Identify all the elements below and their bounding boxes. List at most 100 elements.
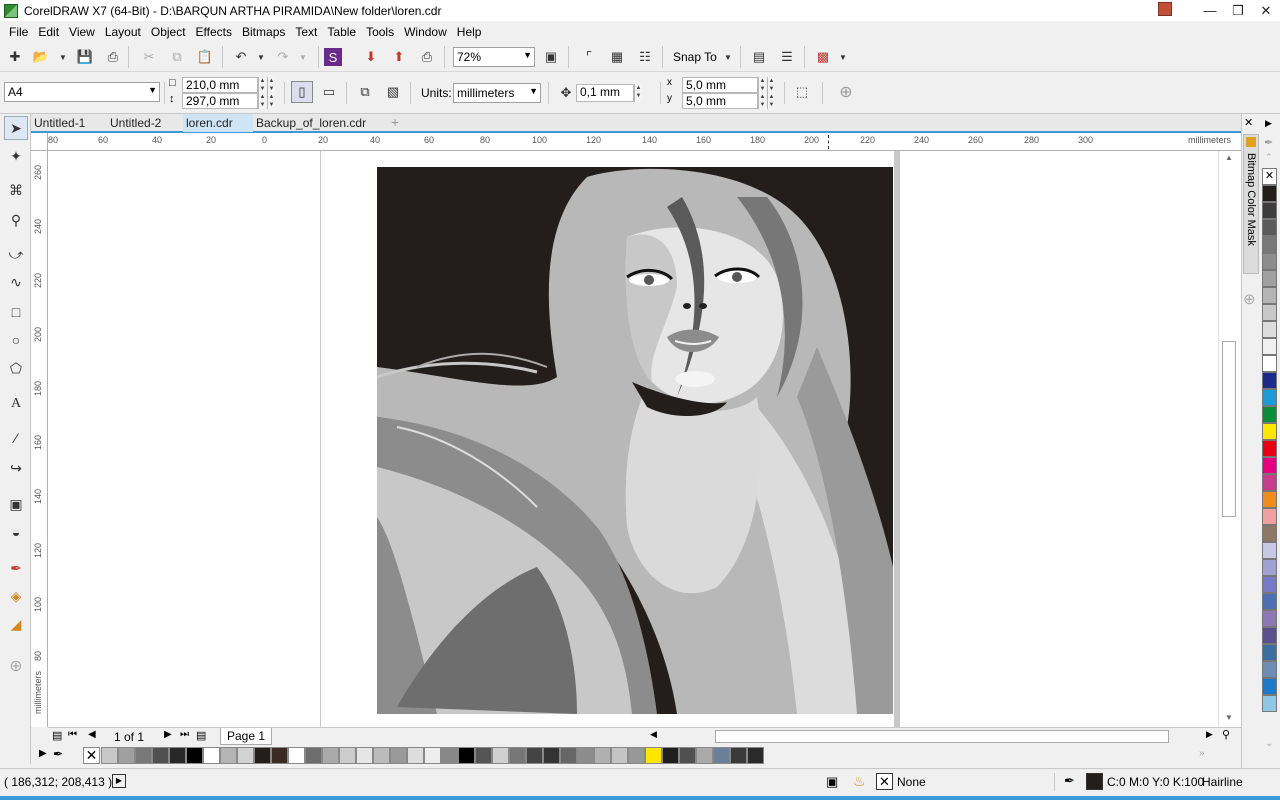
page-width-spinner[interactable]: ▲ ▼ — [258, 77, 266, 93]
color-swatch[interactable] — [407, 747, 424, 764]
menu-effects[interactable]: Effects — [191, 25, 237, 39]
print-icon[interactable]: ⎙ — [102, 46, 124, 68]
color-proof-icon[interactable]: ▣ — [826, 774, 838, 790]
color-swatch[interactable] — [747, 747, 764, 764]
smart-fill-icon[interactable]: ◢ — [4, 612, 28, 636]
user-account-icon[interactable] — [1158, 1, 1172, 16]
cut-icon[interactable]: ✂ — [138, 46, 160, 68]
menu-help[interactable]: Help — [452, 25, 487, 39]
shape-tool-icon[interactable]: ✦ — [4, 144, 28, 168]
page-tab[interactable]: Page 1 — [220, 728, 273, 745]
docker-tab-bitmap-color-mask[interactable]: Bitmap Color Mask — [1243, 134, 1259, 274]
color-swatch[interactable] — [475, 747, 492, 764]
copy-icon[interactable]: ⧉ — [166, 46, 188, 68]
add-page-before-icon[interactable]: ▤ — [52, 729, 62, 742]
ruler-origin[interactable] — [31, 133, 48, 151]
color-swatch[interactable] — [1262, 627, 1277, 644]
minimize-button[interactable]: — — [1196, 3, 1224, 18]
close-window-button[interactable]: ✕ — [1252, 3, 1280, 19]
all-pages-icon[interactable]: ⧉ — [354, 81, 376, 103]
search-content-icon[interactable]: S — [324, 48, 342, 66]
color-swatch[interactable] — [1262, 542, 1277, 559]
tab-untitled-1[interactable]: Untitled-1 — [31, 114, 107, 132]
color-swatch[interactable] — [560, 747, 577, 764]
portrait-orientation-icon[interactable]: ▯ — [291, 81, 313, 103]
color-swatch[interactable] — [118, 747, 135, 764]
menu-table[interactable]: Table — [322, 25, 361, 39]
nudge-distance-field[interactable]: 0,1 mm — [576, 84, 634, 102]
color-swatch[interactable] — [1262, 253, 1277, 270]
color-swatch[interactable] — [254, 747, 271, 764]
color-swatch[interactable] — [492, 747, 509, 764]
units-combo[interactable]: millimeters ▼ — [453, 83, 541, 103]
color-swatch[interactable] — [271, 747, 288, 764]
ellipse-tool-icon[interactable]: ○ — [4, 328, 28, 352]
landscape-orientation-icon[interactable]: ▭ — [318, 81, 340, 103]
palette-scroll-down-icon[interactable]: ⌄ — [1265, 738, 1273, 749]
color-swatch[interactable] — [1262, 236, 1277, 253]
redo-dropdown-icon[interactable]: ▼ — [292, 46, 314, 68]
color-swatch[interactable] — [1262, 593, 1277, 610]
previous-page-icon[interactable]: ◀ — [88, 729, 96, 740]
add-toolbar-icon[interactable]: ⊕ — [835, 81, 857, 103]
color-swatch[interactable] — [1262, 202, 1277, 219]
transparency-tool-icon[interactable]: ◒ — [4, 520, 28, 544]
horizontal-ruler[interactable]: 80 60 40 20 0 20 40 60 80 100 120 140 16… — [48, 133, 1241, 151]
color-swatch[interactable] — [611, 747, 628, 764]
crop-tool-icon[interactable]: ⌘ — [4, 178, 28, 202]
color-swatch[interactable] — [220, 747, 237, 764]
color-swatch[interactable] — [645, 747, 662, 764]
connector-tool-icon[interactable]: ↪ — [4, 456, 28, 480]
vertical-ruler[interactable]: 260 240 220 200 180 160 140 120 100 80 m… — [31, 151, 48, 727]
color-swatch[interactable] — [1262, 270, 1277, 287]
scroll-down-icon[interactable]: ▼ — [1225, 713, 1233, 722]
undo-icon[interactable]: ↶ — [230, 46, 252, 68]
drawing-canvas[interactable] — [48, 151, 1218, 727]
palette-eyedropper-right-icon[interactable]: ✒ — [1264, 136, 1273, 149]
color-swatch[interactable] — [526, 747, 543, 764]
color-swatch[interactable] — [1262, 219, 1277, 236]
treat-as-filled-icon[interactable]: ⬚ — [791, 81, 813, 103]
color-swatch[interactable] — [696, 747, 713, 764]
application-launcher-icon[interactable]: ☰ — [776, 46, 798, 68]
options-icon[interactable]: ▤ — [748, 46, 770, 68]
color-swatch[interactable] — [203, 747, 220, 764]
color-swatch[interactable] — [1262, 304, 1277, 321]
zoom-combo[interactable]: 72% ▼ — [453, 47, 535, 67]
menu-text[interactable]: Text — [290, 25, 322, 39]
palette-scroll-icon[interactable]: » — [1199, 748, 1205, 759]
snap-to-dropdown-icon[interactable]: ▼ — [717, 46, 739, 68]
show-rulers-icon[interactable]: ⌜ — [578, 46, 600, 68]
duplicate-x-spinner[interactable]: ▲ ▼ — [758, 77, 766, 93]
color-eyedropper-icon[interactable]: ✒ — [4, 556, 28, 580]
page-height-lock[interactable]: ▲ ▼ — [267, 93, 275, 109]
color-swatch[interactable] — [713, 747, 730, 764]
next-page-icon[interactable]: ▶ — [164, 729, 172, 740]
color-swatch[interactable] — [1262, 644, 1277, 661]
portrait-artwork[interactable] — [377, 167, 893, 714]
outline-color-swatch[interactable] — [1086, 773, 1103, 790]
color-swatch[interactable] — [1262, 474, 1277, 491]
color-swatch[interactable] — [135, 747, 152, 764]
welcome-screen-icon[interactable]: ▩ — [812, 46, 834, 68]
add-page-after-icon[interactable]: ▤ — [196, 729, 206, 742]
color-swatch[interactable] — [1262, 372, 1277, 389]
menu-bitmaps[interactable]: Bitmaps — [237, 25, 290, 39]
page-size-combo[interactable]: A4 ▼ — [4, 82, 160, 102]
color-swatch[interactable] — [1262, 321, 1277, 338]
color-swatch[interactable] — [1262, 389, 1277, 406]
status-expand-icon[interactable]: ▶ — [112, 774, 126, 788]
color-swatch[interactable] — [679, 747, 696, 764]
color-swatch[interactable] — [356, 747, 373, 764]
color-swatch[interactable] — [424, 747, 441, 764]
color-swatch[interactable] — [237, 747, 254, 764]
duplicate-y-spinner-2[interactable]: ▲ ▼ — [767, 93, 775, 109]
color-swatch[interactable] — [288, 747, 305, 764]
color-swatch[interactable] — [543, 747, 560, 764]
navigator-zoom-icon[interactable]: ⚲ — [1222, 728, 1230, 741]
color-swatch[interactable] — [1262, 491, 1277, 508]
full-screen-preview-icon[interactable]: ▣ — [540, 46, 562, 68]
launcher-dropdown-icon[interactable]: ▼ — [832, 46, 854, 68]
show-grid-icon[interactable]: ▦ — [606, 46, 628, 68]
menu-window[interactable]: Window — [399, 25, 452, 39]
